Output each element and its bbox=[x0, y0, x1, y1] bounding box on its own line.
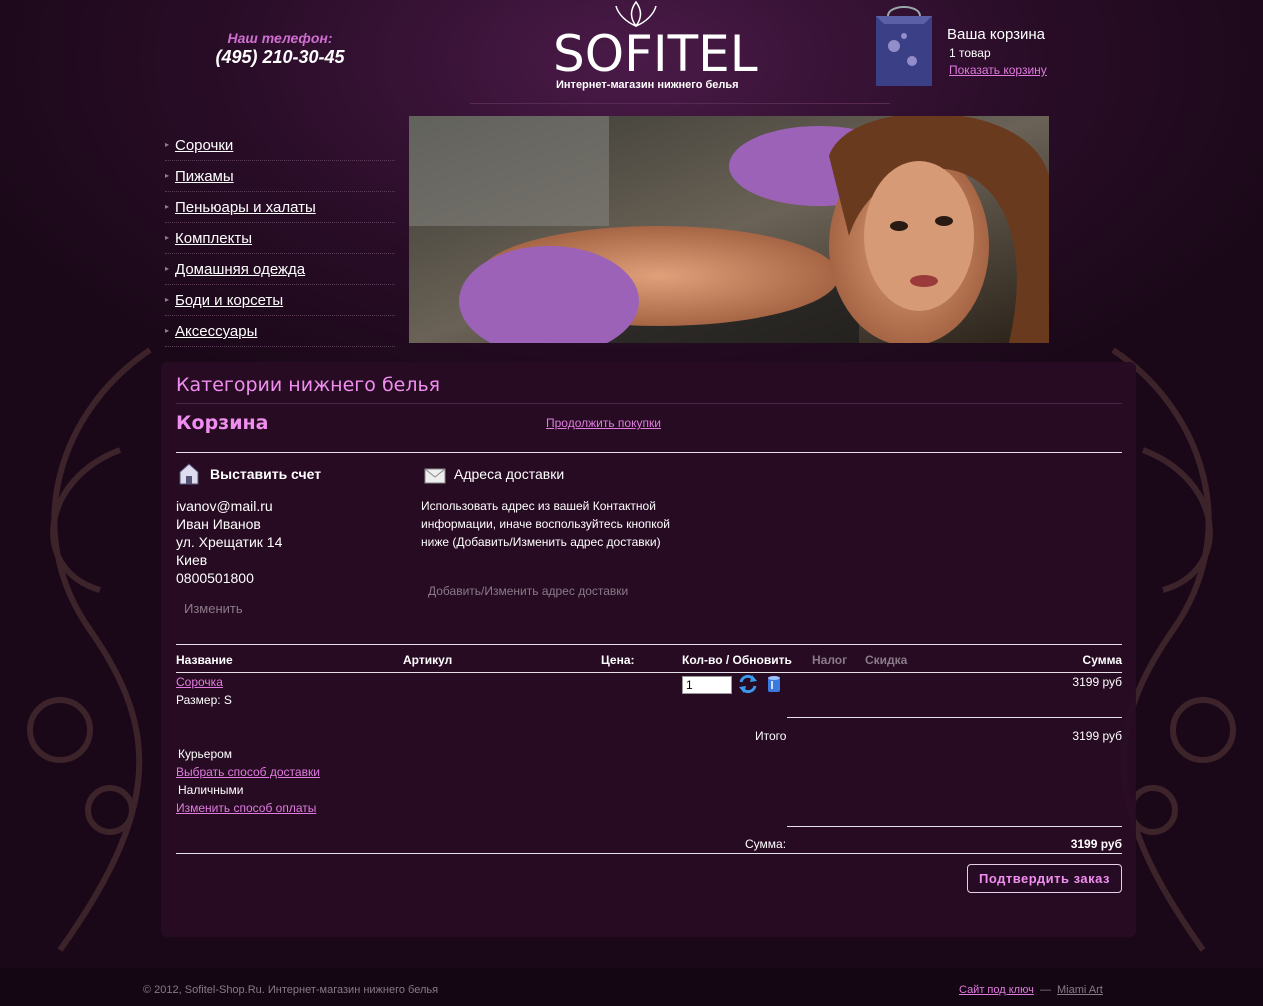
total-label: Сумма: bbox=[745, 837, 787, 851]
row-sum: 3199 руб bbox=[1072, 675, 1122, 689]
col-header-qty: Кол-во / Обновить bbox=[682, 653, 792, 667]
phone-number: (495) 210-30-45 bbox=[215, 47, 345, 67]
menu-item-pizhamy[interactable]: ▸ Пижамы bbox=[165, 161, 395, 192]
billing-city: Киев bbox=[176, 552, 208, 568]
logo[interactable]: SOFITEL bbox=[553, 24, 758, 84]
delete-icon[interactable] bbox=[766, 675, 782, 693]
logo-subtitle: Интернет-магазин нижнего белья bbox=[556, 79, 739, 91]
menu-item-komplekty[interactable]: ▸ Комплекты bbox=[165, 223, 395, 254]
section-divider bbox=[176, 452, 1122, 453]
billing-email: ivanov@mail.ru bbox=[176, 498, 273, 514]
category-menu: ▸ Сорочки ▸ Пижамы ▸ Пеньюары и халаты ▸ Ком… bbox=[165, 130, 395, 347]
col-header-discount: Скидка bbox=[865, 653, 908, 667]
choose-delivery-link[interactable]: Выбрать способ доставки bbox=[176, 765, 320, 779]
bullet-icon: ▸ bbox=[165, 233, 170, 242]
menu-item-bodi[interactable]: ▸ Боди и корсеты bbox=[165, 285, 395, 316]
bullet-icon: ▸ bbox=[165, 140, 170, 149]
bullet-icon: ▸ bbox=[165, 295, 170, 304]
product-size: Размер: S bbox=[176, 693, 232, 707]
category-title: Категории нижнего белья bbox=[176, 374, 441, 396]
col-header-sku: Артикул bbox=[403, 653, 453, 667]
left-ornament bbox=[27, 347, 152, 952]
itogo-label: Итого bbox=[755, 729, 787, 743]
change-payment-link[interactable]: Изменить способ оплаты bbox=[176, 801, 316, 815]
billing-name: Иван Иванов bbox=[176, 516, 261, 532]
billing-phone: 0800501800 bbox=[176, 570, 254, 586]
envelope-icon bbox=[424, 468, 446, 484]
delivery-method: Курьером bbox=[178, 747, 233, 761]
total-value: 3199 руб bbox=[1070, 837, 1122, 851]
bullet-icon: ▸ bbox=[165, 202, 170, 211]
content-panel bbox=[161, 362, 1136, 937]
refresh-icon[interactable] bbox=[738, 674, 758, 694]
cart-count: 1 товар bbox=[949, 46, 991, 60]
billing-title: Выставить счет bbox=[210, 466, 322, 482]
itogo-value: 3199 руб bbox=[1072, 729, 1122, 743]
edit-billing-button[interactable]: Изменить bbox=[184, 601, 243, 616]
cart-title: Ваша корзина bbox=[947, 26, 1046, 43]
menu-item-domashnyaya[interactable]: ▸ Домашняя одежда bbox=[165, 254, 395, 285]
total-lower-divider bbox=[176, 853, 1122, 854]
bullet-icon: ▸ bbox=[165, 171, 170, 180]
confirm-order-button[interactable]: Подтвердить заказ bbox=[967, 864, 1122, 893]
footer-separator: — bbox=[1040, 984, 1051, 996]
table-top-divider bbox=[176, 644, 1122, 645]
phone-label: Наш телефон: bbox=[227, 30, 333, 46]
col-header-sum: Сумма bbox=[1082, 653, 1122, 667]
edit-shipping-address-button[interactable]: Добавить/Изменить адрес доставки bbox=[428, 584, 628, 598]
menu-item-sorochki[interactable]: ▸ Сорочки bbox=[165, 130, 395, 161]
category-divider bbox=[176, 403, 1122, 404]
shipping-description: Использовать адрес из вашей Контактной и… bbox=[421, 499, 670, 549]
subtotal-divider bbox=[787, 717, 1122, 718]
col-header-price: Цена: bbox=[601, 653, 635, 667]
quantity-input[interactable] bbox=[682, 676, 732, 694]
cart-heading: Корзина bbox=[176, 412, 269, 434]
menu-item-aksessuary[interactable]: ▸ Аксессуары bbox=[165, 316, 395, 347]
copyright: © 2012, Sofitel-Shop.Ru. Интернет-магази… bbox=[143, 984, 439, 996]
shipping-title: Адреса доставки bbox=[454, 466, 565, 482]
col-header-name: Название bbox=[176, 653, 233, 667]
footer-link-miami[interactable]: Miami Art bbox=[1057, 984, 1103, 996]
product-name-link[interactable]: Сорочка bbox=[176, 675, 223, 689]
billing-street: ул. Хрещатик 14 bbox=[176, 534, 283, 550]
bullet-icon: ▸ bbox=[165, 264, 170, 273]
show-cart-link[interactable]: Показать корзину bbox=[949, 63, 1047, 77]
table-header-divider bbox=[176, 672, 1122, 673]
menu-item-penyuary[interactable]: ▸ Пеньюары и халаты bbox=[165, 192, 395, 223]
continue-shopping-link[interactable]: Продолжить покупки bbox=[546, 416, 661, 430]
bill-icon bbox=[179, 463, 199, 485]
footer-link-site[interactable]: Сайт под ключ bbox=[959, 984, 1034, 996]
banner-image bbox=[409, 116, 1049, 343]
shopping-bag-icon[interactable] bbox=[874, 6, 934, 88]
bullet-icon: ▸ bbox=[165, 326, 170, 335]
col-header-tax: Налог bbox=[812, 653, 848, 667]
header-divider bbox=[470, 103, 890, 104]
payment-method: Наличными bbox=[178, 783, 244, 797]
total-upper-divider bbox=[787, 826, 1122, 827]
